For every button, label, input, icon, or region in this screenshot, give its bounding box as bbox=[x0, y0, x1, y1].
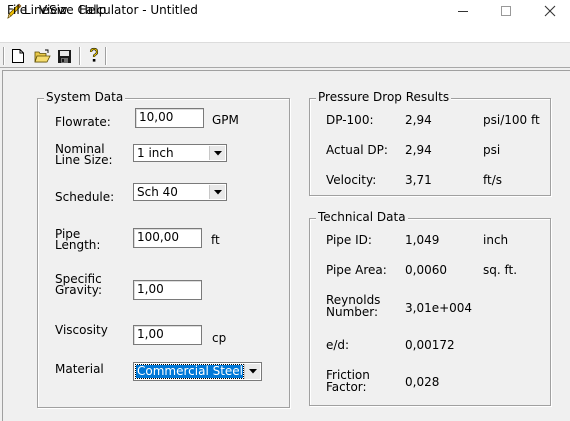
specific-gravity-input[interactable]: 1,00 bbox=[133, 280, 202, 300]
close-icon bbox=[544, 5, 556, 17]
pipe-area-label: Pipe Area: bbox=[326, 263, 387, 277]
menu-help[interactable]: Help bbox=[79, 3, 106, 17]
material-value: Commercial Steel bbox=[135, 364, 244, 379]
flowrate-input[interactable]: 10,00 bbox=[135, 108, 204, 128]
schedule-select[interactable]: Sch 40 bbox=[133, 183, 227, 201]
pipe-id-unit: inch bbox=[483, 233, 509, 247]
material-select[interactable]: Commercial Steel bbox=[133, 362, 262, 381]
menu-bar bbox=[0, 22, 570, 42]
pressure-drop-title: Pressure Drop Results bbox=[316, 90, 452, 104]
line-size-dropdown-button[interactable] bbox=[209, 146, 225, 160]
system-data-title: System Data bbox=[44, 90, 126, 104]
line-size-select[interactable]: 1 inch bbox=[133, 144, 227, 162]
open-folder-icon bbox=[33, 49, 51, 62]
minimize-button[interactable] bbox=[440, 0, 486, 22]
velocity-value: 3,71 bbox=[405, 173, 432, 187]
dp100-label: DP-100: bbox=[326, 113, 374, 127]
open-button[interactable] bbox=[32, 46, 52, 66]
material-label: Material bbox=[55, 362, 104, 376]
pipe-id-value: 1,049 bbox=[405, 233, 440, 247]
dp100-value: 2,94 bbox=[405, 113, 432, 127]
minimize-icon bbox=[458, 11, 468, 12]
close-button[interactable] bbox=[527, 0, 570, 22]
new-document-icon bbox=[12, 49, 24, 63]
schedule-value: Sch 40 bbox=[137, 185, 178, 199]
technical-data-title: Technical Data bbox=[316, 210, 408, 224]
flowrate-unit: GPM bbox=[212, 113, 239, 127]
toolbar-separator bbox=[3, 47, 5, 65]
line-size-label-2: Line Size: bbox=[55, 153, 113, 167]
save-button[interactable] bbox=[54, 46, 74, 66]
reynolds-label-2: Number: bbox=[326, 305, 379, 319]
specific-gravity-label-2: Gravity: bbox=[55, 283, 102, 297]
chevron-down-icon bbox=[213, 150, 222, 155]
context-help-icon bbox=[89, 47, 99, 62]
friction-label-2: Factor: bbox=[326, 380, 367, 394]
material-dropdown-button[interactable] bbox=[244, 364, 260, 379]
viscosity-unit: cp bbox=[212, 331, 227, 345]
schedule-dropdown-button[interactable] bbox=[209, 185, 225, 199]
menu-file[interactable]: File bbox=[7, 3, 27, 17]
pipe-area-unit: sq. ft. bbox=[483, 263, 518, 277]
chevron-down-icon bbox=[213, 189, 222, 194]
pipe-length-label-2: Length: bbox=[55, 238, 101, 252]
maximize-icon bbox=[501, 6, 511, 16]
viscosity-input[interactable]: 1,00 bbox=[133, 325, 202, 345]
toolbar bbox=[0, 42, 570, 68]
actual-dp-unit: psi bbox=[483, 143, 501, 157]
line-size-value: 1 inch bbox=[137, 146, 174, 160]
schedule-label: Schedule: bbox=[55, 190, 115, 204]
reynolds-value: 3,01e+004 bbox=[405, 301, 473, 315]
actual-dp-value: 2,94 bbox=[405, 143, 432, 157]
pipe-length-input[interactable]: 100,00 bbox=[133, 228, 202, 248]
pipe-id-label: Pipe ID: bbox=[326, 233, 372, 247]
friction-value: 0,028 bbox=[405, 375, 440, 389]
viscosity-label: Viscosity bbox=[55, 323, 108, 337]
roughness-value: 0,00172 bbox=[405, 338, 455, 352]
new-button[interactable] bbox=[8, 46, 28, 66]
menu-view[interactable]: View bbox=[39, 3, 67, 17]
toolbar-separator bbox=[105, 47, 107, 65]
roughness-label: e/d: bbox=[326, 338, 350, 352]
chevron-down-icon bbox=[248, 369, 257, 374]
maximize-button[interactable] bbox=[483, 0, 529, 22]
velocity-unit: ft/s bbox=[483, 173, 503, 187]
flowrate-label: Flowrate: bbox=[55, 115, 111, 129]
velocity-label: Velocity: bbox=[326, 173, 377, 187]
context-help-button[interactable] bbox=[84, 46, 104, 66]
pipe-length-unit: ft bbox=[211, 233, 220, 247]
save-disk-icon bbox=[57, 49, 71, 63]
pipe-area-value: 0,0060 bbox=[405, 263, 447, 277]
toolbar-separator bbox=[79, 47, 81, 65]
actual-dp-label: Actual DP: bbox=[326, 143, 388, 157]
dp100-unit: psi/100 ft bbox=[483, 113, 540, 127]
